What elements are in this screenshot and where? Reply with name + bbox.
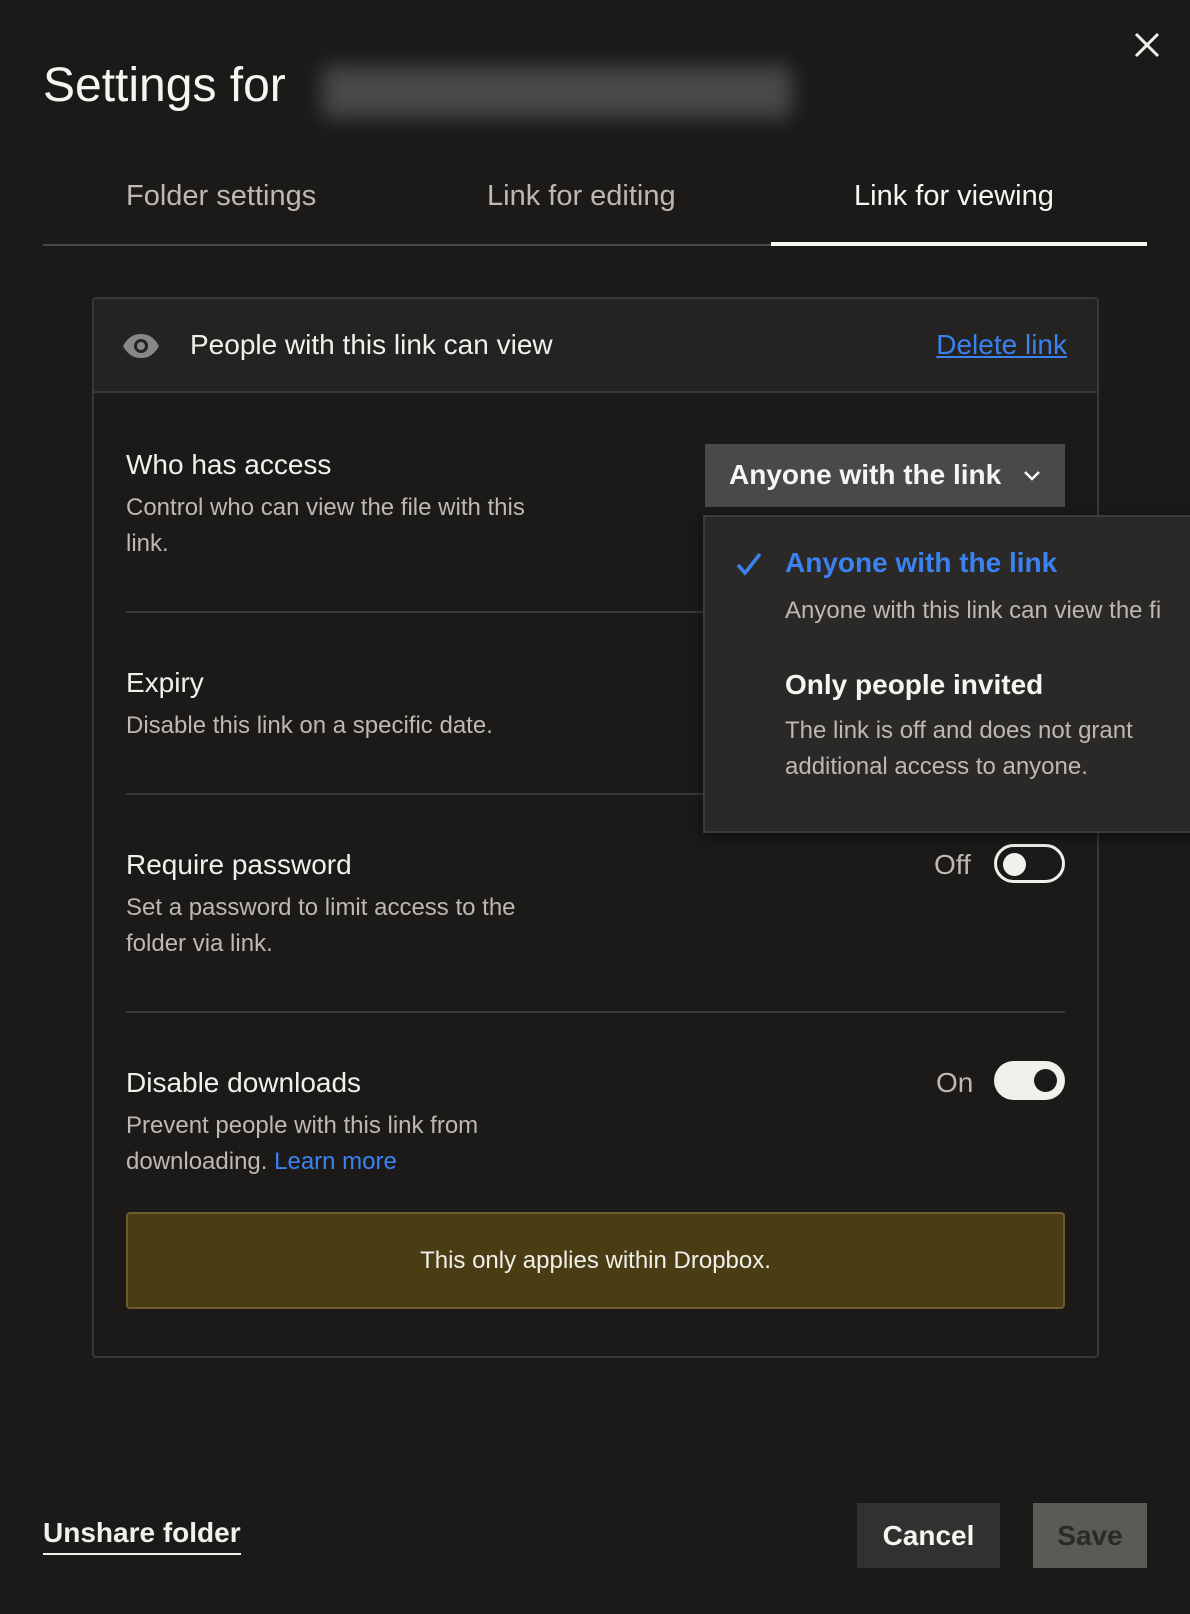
tab-link-for-viewing[interactable]: Link for viewing [854,180,1054,213]
checkmark-icon [736,552,762,576]
downloads-toggle[interactable] [994,1061,1065,1100]
downloads-notice: This only applies within Dropbox. [126,1212,1065,1309]
downloads-state: On [936,1067,974,1098]
dialog-title: Settings for [43,59,286,112]
downloads-description: Prevent people with this link from downl… [126,1108,546,1180]
downloads-title: Disable downloads [126,1067,362,1098]
access-dropdown[interactable]: Anyone with the link [705,444,1065,507]
password-state: Off [934,849,971,880]
eye-icon [123,334,159,358]
access-dropdown-menu: Anyone with the link Anyone with this li… [703,515,1190,833]
close-icon[interactable] [1132,30,1162,60]
cancel-button[interactable]: Cancel [857,1503,1000,1568]
access-title: Who has access [126,449,332,480]
option-description: Anyone with this link can view the fi [785,597,1162,624]
access-description: Control who can view the file with this … [126,494,525,557]
unshare-folder-link[interactable]: Unshare folder [43,1517,241,1555]
password-description: Set a password to limit access to the fo… [126,894,516,957]
save-button[interactable]: Save [1033,1503,1147,1568]
option-label: Anyone with the link [785,547,1058,578]
expiry-title: Expiry [126,667,204,698]
chevron-down-icon [1024,471,1040,481]
link-permission-label: People with this link can view [190,329,553,360]
option-anyone-with-link[interactable]: Anyone with the link Anyone with this li… [705,517,1190,637]
link-header: People with this link can view Delete li… [94,299,1097,393]
option-label: Only people invited [785,669,1044,700]
password-toggle[interactable] [994,844,1065,883]
expiry-description: Disable this link on a specific date. [126,712,493,739]
learn-more-link[interactable]: Learn more [274,1148,397,1175]
delete-link[interactable]: Delete link [936,329,1067,361]
folder-name-redacted [322,66,792,118]
access-selected: Anyone with the link [729,459,1002,490]
option-only-people-invited[interactable]: Only people invited The link is off and … [705,647,1190,827]
divider [126,1011,1065,1013]
active-tab-indicator [771,242,1147,246]
password-title: Require password [126,849,352,880]
tab-folder-settings[interactable]: Folder settings [126,180,316,213]
tab-link-for-editing[interactable]: Link for editing [487,180,676,213]
option-description: The link is off and does not grant addit… [785,717,1133,780]
